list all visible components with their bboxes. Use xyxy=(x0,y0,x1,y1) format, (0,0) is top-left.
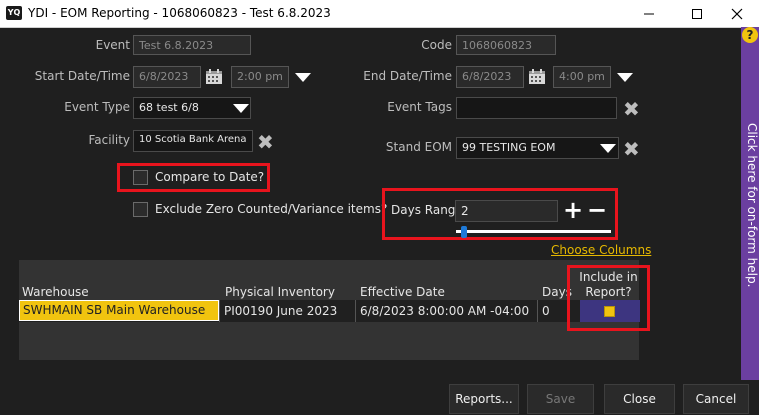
col-header-effective-date[interactable]: Effective Date xyxy=(360,285,445,299)
save-button[interactable]: Save xyxy=(527,384,594,414)
cell-warehouse[interactable]: SWHMAIN SB Main Warehouse xyxy=(19,300,219,321)
close-icon[interactable] xyxy=(715,0,759,27)
close-glyph xyxy=(731,8,743,19)
decrease-days-icon[interactable]: − xyxy=(587,197,607,223)
start-datetime-label: Start Date/Time xyxy=(34,69,130,83)
facility-select[interactable]: 10 Scotia Bank Arena xyxy=(133,130,253,152)
stand-eom-label: Stand EOM xyxy=(385,140,452,154)
code-label: Code xyxy=(421,38,452,52)
window-title: YDI - EOM Reporting - 1068060823 - Test … xyxy=(28,6,331,20)
exclude-zero-checkbox[interactable] xyxy=(133,202,148,217)
event-type-label: Event Type xyxy=(64,100,130,114)
maximize-icon[interactable] xyxy=(675,0,719,27)
end-time-field[interactable]: 4:00 pm xyxy=(553,66,611,88)
event-type-dropdown-icon[interactable] xyxy=(233,104,249,113)
include-in-report-checkbox[interactable] xyxy=(604,306,615,317)
cell-physical-inventory[interactable]: PI00190 June 2023 xyxy=(224,304,337,318)
start-time-field[interactable]: 2:00 pm xyxy=(231,66,289,88)
clear-stand-eom-icon[interactable]: ✖ xyxy=(623,139,640,159)
days-range-slider-thumb[interactable] xyxy=(461,226,468,238)
minimize-glyph xyxy=(644,13,654,14)
col-divider xyxy=(355,300,356,322)
start-date-field[interactable]: 6/8/2023 xyxy=(133,66,201,88)
reports-button[interactable]: Reports... xyxy=(449,384,519,414)
stand-eom-select[interactable]: 99 TESTING EOM xyxy=(456,137,619,159)
days-range-input[interactable]: 2 xyxy=(455,200,558,222)
col-header-warehouse[interactable]: Warehouse xyxy=(22,285,89,299)
increase-days-icon[interactable]: + xyxy=(563,197,583,223)
event-tags-field[interactable] xyxy=(456,97,617,119)
cell-days[interactable]: 0 xyxy=(542,304,550,318)
minimize-icon[interactable] xyxy=(627,0,671,27)
compare-to-date-label[interactable]: Compare to Date? xyxy=(155,170,264,184)
event-tags-label: Event Tags xyxy=(387,100,452,114)
facility-label: Facility xyxy=(88,133,130,147)
end-time-dropdown-icon[interactable] xyxy=(617,73,633,82)
days-range-label: Days Range xyxy=(391,203,463,217)
title-bar: YQ YDI - EOM Reporting - 1068060823 - Te… xyxy=(0,0,759,28)
col-header-physical-inventory[interactable]: Physical Inventory xyxy=(225,285,335,299)
maximize-glyph xyxy=(692,8,702,19)
event-label: Event xyxy=(95,38,130,52)
col-divider xyxy=(219,300,220,322)
help-text[interactable]: Click here for on-form help. xyxy=(741,40,759,370)
clear-event-tags-icon[interactable]: ✖ xyxy=(623,99,640,119)
compare-to-date-checkbox[interactable] xyxy=(133,170,148,185)
event-field[interactable]: Test 6.8.2023 xyxy=(133,35,251,55)
end-calendar-icon[interactable] xyxy=(528,68,546,85)
cancel-button[interactable]: Cancel xyxy=(683,384,749,414)
start-time-dropdown-icon[interactable] xyxy=(295,73,311,82)
start-calendar-icon[interactable] xyxy=(205,68,223,85)
stand-eom-dropdown-icon[interactable] xyxy=(600,144,616,153)
close-button[interactable]: Close xyxy=(604,384,675,414)
col-header-include-in-report[interactable]: Include in Report? xyxy=(570,270,647,300)
end-datetime-label: End Date/Time xyxy=(363,69,452,83)
choose-columns-link[interactable]: Choose Columns xyxy=(551,243,651,257)
cell-effective-date[interactable]: 6/8/2023 8:00:00 AM -04:00 xyxy=(360,304,529,318)
days-range-slider-track[interactable] xyxy=(456,230,611,233)
exclude-zero-label[interactable]: Exclude Zero Counted/Variance items? xyxy=(155,202,387,216)
col-divider xyxy=(537,300,538,322)
end-date-field[interactable]: 6/8/2023 xyxy=(456,66,524,88)
code-field[interactable]: 1068060823 xyxy=(456,35,556,55)
clear-facility-icon[interactable]: ✖ xyxy=(257,132,274,152)
app-logo-icon: YQ xyxy=(6,6,22,20)
